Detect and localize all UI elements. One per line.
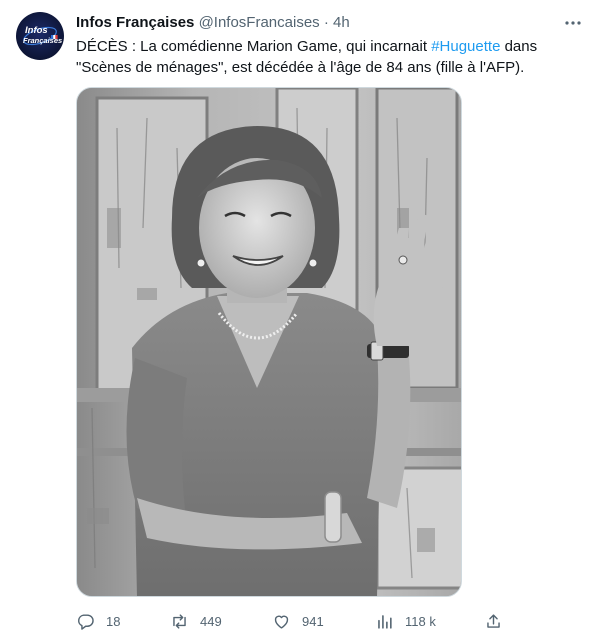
hashtag-link[interactable]: #Huguette: [431, 38, 500, 55]
views-icon: [378, 614, 392, 629]
share-icon: [487, 613, 500, 628]
photo-image: [77, 88, 461, 596]
tweet-text: DÉCÈS : La comédienne Marion Game, qui i…: [76, 36, 576, 78]
author-name[interactable]: Infos Françaises: [76, 14, 194, 31]
separator-dot: ·: [323, 14, 329, 31]
retweet-icon: [173, 613, 186, 629]
views-count: 118 k: [405, 613, 436, 629]
avatar-logo: Infos Françaises: [23, 25, 62, 46]
retweet-count: 449: [200, 613, 222, 629]
like-icon: [274, 615, 289, 629]
tweet-photo[interactable]: [76, 87, 462, 597]
tweet[interactable]: Infos Françaises Infos Françaises @Infos…: [0, 0, 600, 643]
reply-button[interactable]: 18: [76, 604, 120, 638]
like-button[interactable]: 941: [272, 604, 324, 638]
tweet-header: Infos Françaises @InfosFrancaises · 4h: [76, 12, 584, 34]
timestamp[interactable]: 4h: [333, 14, 350, 31]
retweet-button[interactable]: 449: [170, 604, 222, 638]
tweet-actions: 18 449 941 118 k: [76, 604, 506, 638]
tweet-text-part1: DÉCÈS : La comédienne Marion Game, qui i…: [76, 38, 432, 55]
reply-icon: [78, 613, 94, 630]
more-icon: [565, 21, 581, 25]
share-button[interactable]: [484, 604, 503, 638]
views-button[interactable]: 118 k: [375, 604, 436, 638]
reply-count: 18: [106, 613, 121, 629]
more-button[interactable]: [560, 10, 586, 36]
author-handle[interactable]: @InfosFrancaises: [199, 14, 320, 31]
like-count: 941: [302, 613, 324, 629]
svg-text:Infos: Infos: [25, 25, 48, 36]
avatar[interactable]: Infos Françaises: [16, 12, 64, 60]
